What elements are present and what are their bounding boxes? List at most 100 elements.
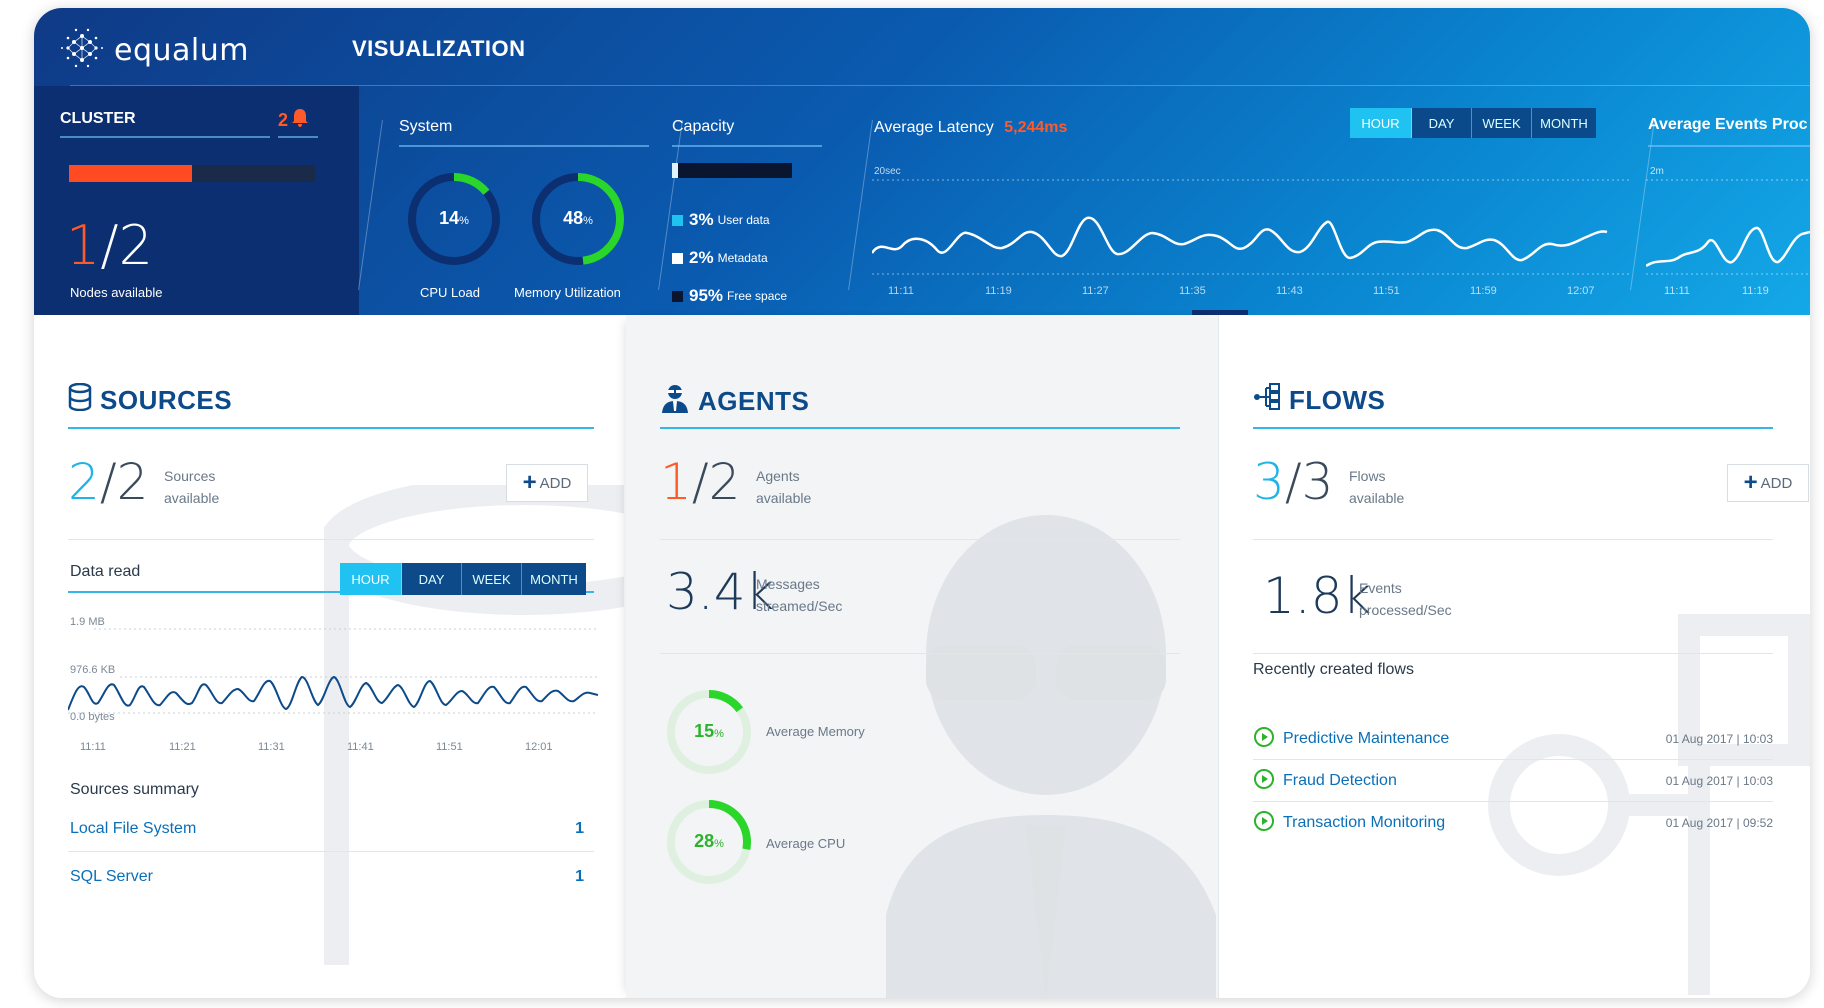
flows-available: 3 [1253,453,1285,511]
sources-total: 2 [116,453,149,511]
flow-date: 01 Aug 2017 | 10:03 [1665,774,1773,788]
flow-name[interactable]: Fraud Detection [1283,772,1666,790]
logo[interactable]: equalum [54,20,249,81]
events-caption-line: Events [1359,580,1402,596]
time-tick-label: 11:11 [1664,285,1690,297]
time-tick-label: 11:31 [258,741,285,753]
page-title: VISUALIZATION [352,36,526,61]
divider [1253,759,1773,760]
nodes-caption: Nodes available [70,285,163,300]
divider [68,539,594,540]
nodes-bar [69,165,315,182]
agents-title-text: AGENTS [698,386,810,416]
cpu-unit: % [459,215,469,227]
sources-caption-line: available [164,490,220,506]
sources-title: SOURCES [68,382,233,418]
time-tick-label: 11:11 [888,285,914,297]
capacity-legend-meta: 2% Metadata [672,248,768,268]
agents-title-rule [660,427,1180,429]
legend-pct: 3% [689,210,714,229]
sources-summary-title: Sources summary [70,781,199,798]
flows-total: 3 [1301,453,1334,511]
data-read-range-selector: HOUR DAY WEEK MONTH [340,563,586,595]
divider [1253,539,1773,540]
events-processed-caption: Events processed/Sec [1359,577,1452,621]
summary-count: 1 [575,820,584,837]
range-day[interactable]: DAY [402,563,462,595]
agents-caption: Agents available [756,465,811,509]
events-chart [1646,179,1810,275]
recent-flows-title: Recently created flows [1253,661,1414,678]
legend-pct: 2% [689,248,714,267]
divider [660,653,1180,654]
range-day[interactable]: DAY [1412,108,1472,138]
divider [68,851,594,852]
flow-name[interactable]: Transaction Monitoring [1283,814,1666,832]
time-tick-label: 12:07 [1567,285,1595,297]
globe-logo-icon [54,20,110,81]
time-tick-label: 12:01 [525,741,553,753]
legend-swatch [672,252,683,264]
range-week[interactable]: WEEK [462,563,522,595]
data-read-label: Data read [70,563,141,580]
divider [1253,801,1773,802]
sources-title-rule [68,427,594,429]
range-hour[interactable]: HOUR [340,563,402,595]
flows-panel: FLOWS 3/3 Flows available + ADD 1.8k Even… [1218,315,1810,998]
data-read-chart [68,628,598,714]
flow-date: 01 Aug 2017 | 10:03 [1665,732,1773,746]
bell-icon [291,108,309,133]
summary-name[interactable]: Local File System [70,820,196,838]
range-month[interactable]: MONTH [1532,108,1596,138]
range-week[interactable]: WEEK [1472,108,1532,138]
nodes-ratio: 1/2 [66,214,153,277]
capacity-legend-free: 95% Free space [672,286,787,306]
add-label: ADD [1760,474,1793,492]
flow-name[interactable]: Predictive Maintenance [1283,730,1666,748]
summary-row-sql-server[interactable]: SQL Server 1 [70,857,584,897]
time-tick-label: 11:35 [1179,285,1206,297]
time-tick-label: 11:43 [1276,285,1303,297]
messages-caption-line: Messages [756,576,820,592]
time-tick-label: 11:41 [347,741,374,753]
sources-panel: SOURCES 2/2 Sources available + ADD Data … [34,315,626,998]
cluster-alert[interactable]: 2 [278,108,309,133]
avg-memory-num: 15 [694,721,715,741]
range-month[interactable]: MONTH [522,563,586,595]
time-tick-label: 11:19 [985,285,1012,297]
latency-scale: 20sec [874,166,901,177]
time-tick-label: 11:51 [436,741,463,753]
divider [848,120,873,290]
add-flow-button[interactable]: + ADD [1727,464,1809,502]
divider [358,120,383,290]
sources-available: 2 [68,453,100,511]
alert-count: 2 [278,110,289,130]
events-caption-line: processed/Sec [1359,602,1452,618]
sources-caption: Sources available [164,465,219,509]
plus-icon: + [1743,469,1758,496]
summary-name[interactable]: SQL Server [70,868,153,886]
range-hour[interactable]: HOUR [1350,108,1412,138]
flow-row-transaction-monitoring[interactable]: Transaction Monitoring 01 Aug 2017 | 09:… [1253,803,1773,843]
database-icon [68,382,100,418]
flows-caption-line: available [1349,490,1405,506]
events-scale: 2m [1650,166,1664,177]
capacity-legend-user: 3% User data [672,210,770,230]
system-title: System [399,118,453,135]
avg-memory-label: Average Memory [766,724,865,739]
add-source-button[interactable]: + ADD [506,464,588,502]
memory-value: 48% [530,208,626,229]
time-tick-label: 11:51 [1373,285,1400,297]
sources-title-text: SOURCES [100,385,233,415]
agents-count: 1/2 [660,453,741,511]
flow-row-predictive-maintenance[interactable]: Predictive Maintenance 01 Aug 2017 | 10:… [1253,719,1773,759]
play-circle-icon [1253,768,1275,795]
flows-count: 3/3 [1253,453,1334,511]
summary-row-local-file-system[interactable]: Local File System 1 [70,809,584,849]
y-label-bottom: 0.0 bytes [70,711,115,723]
avg-cpu-unit: % [714,838,724,850]
flow-row-fraud-detection[interactable]: Fraud Detection 01 Aug 2017 | 10:03 [1253,761,1773,801]
messages-caption: Messages streamed/Sec [756,573,842,617]
avg-memory-value: 15% [664,721,754,742]
avg-cpu-label: Average CPU [766,836,846,851]
